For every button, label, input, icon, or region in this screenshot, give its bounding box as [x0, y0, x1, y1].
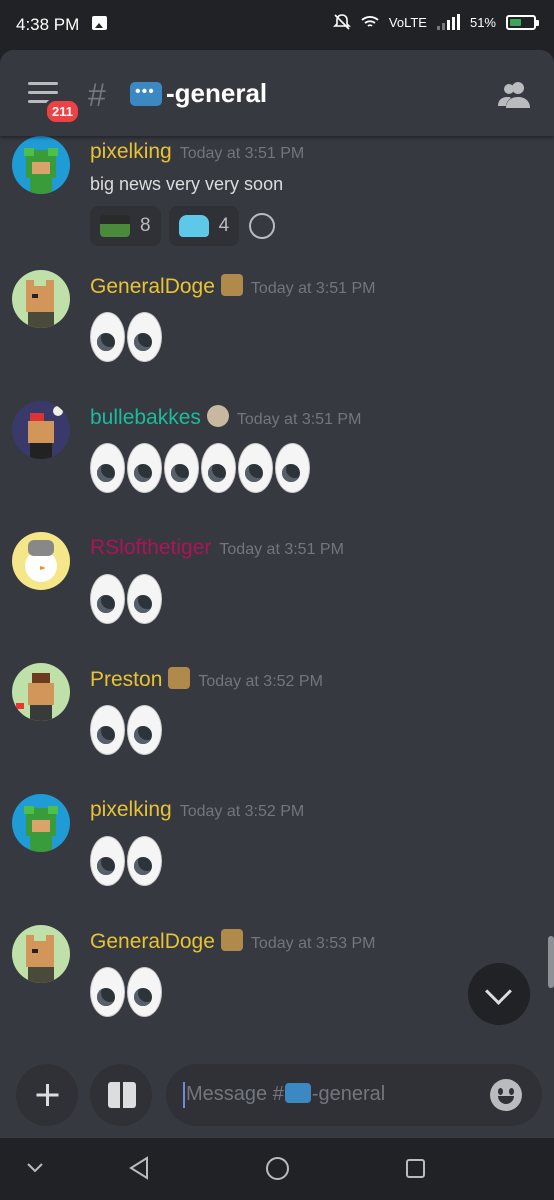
channel-header: 211 # -general	[0, 50, 554, 136]
battery-percent: 51%	[469, 14, 496, 30]
jump-to-present-button[interactable]	[468, 963, 530, 1025]
username[interactable]: GeneralDoge Today at 3:51 PM	[90, 274, 375, 299]
username[interactable]: pixelking Today at 3:52 PM	[90, 798, 304, 822]
eyes-emoji-row	[90, 705, 162, 755]
reaction-count: 4	[218, 215, 230, 236]
message-placeholder: Message # -general	[186, 1083, 386, 1105]
avatar[interactable]	[12, 532, 70, 590]
eyes-emoji	[90, 574, 125, 624]
eyes-emoji	[127, 836, 162, 886]
recents-square-icon[interactable]	[405, 1158, 426, 1179]
eyes-emoji	[90, 836, 125, 886]
timestamp: Today at 3:51 PM	[236, 411, 362, 428]
timestamp: Today at 3:52 PM	[179, 803, 305, 820]
system-nav-bar	[0, 1138, 554, 1200]
doge-hat-icon	[220, 929, 243, 951]
eyes-emoji	[90, 443, 125, 493]
avatar[interactable]	[12, 136, 70, 194]
status-icons: VoLTE 51%	[332, 13, 539, 31]
unread-badge: 211	[44, 98, 81, 125]
network-type: VoLTE	[388, 14, 427, 30]
avatar[interactable]	[12, 794, 70, 852]
emoji-picker-icon[interactable]	[490, 1079, 522, 1111]
bell-muted-icon	[332, 14, 351, 30]
eyes-emoji	[127, 705, 162, 755]
gallery-notification-icon	[92, 16, 107, 30]
timestamp: Today at 3:51 PM	[179, 145, 305, 162]
username[interactable]: pixelking Today at 3:51 PM	[90, 140, 304, 164]
message-list[interactable]: pixelking Today at 3:51 PM big news very …	[0, 136, 554, 1056]
eyes-emoji	[201, 443, 236, 493]
discord-app: 211 # -general pixelkingToday at 3:51 PM…	[0, 50, 554, 1138]
timestamp: Today at 3:51 PM	[250, 280, 376, 297]
gift-button[interactable]	[90, 1064, 152, 1126]
eyes-emoji	[127, 967, 162, 1017]
eyes-emoji	[164, 443, 199, 493]
timestamp: Today at 3:51 PM	[219, 541, 344, 558]
eyes-emoji-row	[90, 836, 162, 886]
username[interactable]: bullebakkes Today at 3:51 PM	[90, 405, 361, 430]
eyes-emoji-row	[90, 574, 162, 624]
message-text: big news very very soon	[90, 174, 284, 194]
username[interactable]: RSlofthetiger Today at 3:51 PM	[90, 536, 344, 560]
battery-icon	[506, 14, 539, 30]
doge-hat-icon	[168, 667, 191, 689]
clock: 4:38 PM	[16, 15, 80, 34]
reaction-doge[interactable]: 4	[168, 206, 240, 246]
eyes-emoji-row	[90, 312, 162, 362]
gift-icon	[108, 1082, 136, 1108]
eyes-emoji	[90, 705, 125, 755]
username[interactable]: GeneralDoge Today at 3:53 PM	[90, 929, 375, 954]
channel-name[interactable]: -general	[166, 78, 267, 109]
text-caret	[183, 1082, 185, 1108]
reactions: 8 4	[90, 206, 276, 246]
reaction-pepe[interactable]: 8	[90, 206, 161, 246]
avatar[interactable]	[12, 270, 70, 328]
reaction-count: 8	[140, 215, 151, 236]
wifi-icon	[361, 16, 379, 27]
back-triangle-icon[interactable]	[128, 1156, 150, 1180]
speech-balloon-icon	[284, 1083, 311, 1103]
eyes-emoji	[90, 312, 125, 362]
pepe-glasses-emoji	[100, 215, 130, 237]
status-bar: 4:38 PM VoLTE 51%	[0, 0, 554, 50]
username[interactable]: Preston Today at 3:52 PM	[90, 667, 323, 692]
eyes-emoji	[127, 443, 162, 493]
avatar[interactable]	[12, 401, 70, 459]
avatar[interactable]	[12, 925, 70, 983]
avatar[interactable]	[12, 663, 70, 721]
chevron-down-icon[interactable]	[26, 1162, 44, 1174]
blue-doge-emoji	[178, 215, 209, 237]
home-circle-icon[interactable]	[265, 1156, 290, 1181]
eyes-emoji	[127, 574, 162, 624]
paw-icon	[206, 405, 229, 427]
eyes-emoji	[90, 967, 125, 1017]
doge-hat-icon	[220, 274, 243, 296]
members-icon[interactable]	[498, 80, 532, 108]
eyes-emoji	[238, 443, 273, 493]
message-input[interactable]: Message # -general	[166, 1064, 542, 1126]
add-attachment-button[interactable]	[16, 1064, 78, 1126]
signal-icon	[436, 14, 460, 30]
add-reaction-icon[interactable]	[249, 213, 276, 239]
eyes-emoji-row	[90, 443, 310, 493]
eyes-emoji	[275, 443, 310, 493]
timestamp: Today at 3:52 PM	[198, 673, 323, 690]
eyes-emoji	[127, 312, 162, 362]
message-composer: Message # -general	[0, 1056, 554, 1138]
timestamp: Today at 3:53 PM	[250, 935, 376, 952]
channel-hash-icon: #	[88, 77, 106, 113]
eyes-emoji-row	[90, 967, 162, 1017]
speech-balloon-icon	[130, 82, 162, 106]
scrollbar-thumb[interactable]	[548, 936, 554, 988]
